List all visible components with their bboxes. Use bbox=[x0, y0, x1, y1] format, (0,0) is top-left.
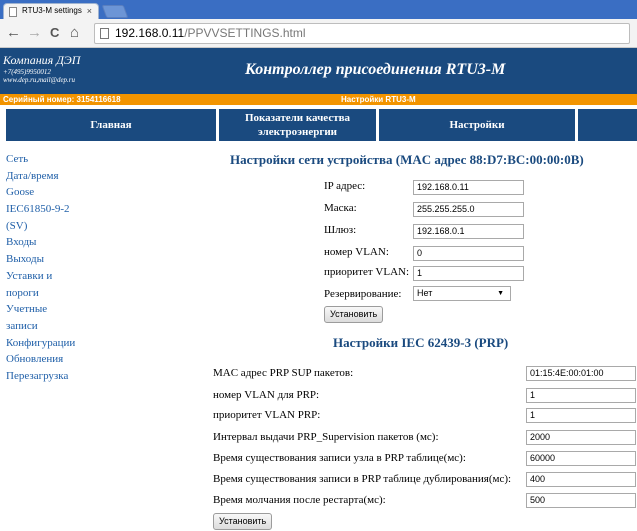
sidebar-item-reboot[interactable]: Перезагрузка bbox=[6, 369, 106, 384]
menu-power-quality[interactable]: Показатели качества электроэнергии bbox=[219, 109, 376, 141]
prp-submit-button[interactable]: Установить bbox=[213, 513, 273, 530]
sidebar-item-datetime[interactable]: Дата/время bbox=[6, 169, 106, 184]
sidebar-item-configurations[interactable]: Конфигурации bbox=[6, 336, 106, 351]
redundancy-label: Резервирование: bbox=[324, 288, 402, 300]
serial-number: Серийный номер: 3154116618 bbox=[3, 95, 121, 104]
prp-node-lifetime-label: Время существования записи узла в PRP та… bbox=[213, 452, 466, 464]
prp-silence-label: Время молчания после рестарта(мс): bbox=[213, 494, 386, 506]
mask-label: Маска: bbox=[324, 202, 357, 214]
gateway-label: Шлюз: bbox=[324, 224, 357, 236]
chevron-down-icon: ▼ bbox=[497, 290, 504, 297]
close-icon[interactable]: × bbox=[87, 4, 92, 18]
vlan-priority-input[interactable]: 1 bbox=[413, 266, 524, 281]
mask-input[interactable]: 255.255.255.0 bbox=[413, 202, 524, 217]
sidebar: Сеть Дата/время Goose IEC61850-9-2 (SV) … bbox=[6, 152, 106, 386]
ip-label: IP адрес: bbox=[324, 180, 366, 192]
sidebar-item-iec61850-sv[interactable]: (SV) bbox=[6, 219, 106, 234]
menu-more[interactable] bbox=[578, 109, 637, 141]
browser-tab[interactable]: RTU3-M settings × bbox=[3, 3, 99, 19]
back-arrow-icon[interactable]: ← bbox=[6, 24, 21, 42]
redundancy-value: Нет bbox=[417, 288, 433, 298]
url-field[interactable]: 192.168.0.11/PPVVSETTINGS.html bbox=[94, 23, 630, 44]
settings-subtitle: Настройки RTU3-M bbox=[341, 95, 416, 104]
browser-tabbar: RTU3-M settings × bbox=[0, 0, 637, 19]
prp-interval-input[interactable]: 2000 bbox=[526, 430, 636, 445]
prp-section-title: Настройки IEC 62439-3 (PRP) bbox=[333, 335, 509, 350]
company-phone: +7(495)9950012 bbox=[3, 68, 51, 76]
prp-vlan-label: номер VLAN для PRP: bbox=[213, 389, 320, 401]
menu-power-quality-line1: Показатели качества bbox=[244, 112, 351, 124]
home-icon[interactable]: ⌂ bbox=[70, 24, 79, 42]
ip-input[interactable]: 192.168.0.11 bbox=[413, 180, 524, 195]
sidebar-item-goose[interactable]: Goose bbox=[6, 185, 106, 200]
reload-icon[interactable]: C bbox=[50, 24, 59, 42]
sidebar-item-network[interactable]: Сеть bbox=[6, 152, 106, 167]
company-name: Компания ДЭП bbox=[3, 53, 81, 67]
vlan-priority-label: приоритет VLAN: bbox=[324, 266, 410, 278]
sidebar-item-thresholds[interactable]: пороги bbox=[6, 286, 106, 301]
prp-interval-label: Интервал выдачи PRP_Supervision пакетов … bbox=[213, 431, 439, 443]
company-web: www.dep.ru,mail@dep.ru bbox=[3, 76, 76, 84]
main-menu: Главная Показатели качества электроэнерг… bbox=[0, 105, 637, 143]
address-toolbar: ← → C ⌂ 192.168.0.11/PPVVSETTINGS.html bbox=[0, 19, 637, 48]
url-host: 192.168.0.11 bbox=[115, 26, 185, 40]
prp-mac-label: MAC адрес PRP SUP пакетов: bbox=[213, 367, 354, 379]
prp-node-lifetime-input[interactable]: 60000 bbox=[526, 451, 636, 466]
vlan-label: номер VLAN: bbox=[324, 246, 389, 258]
info-bar: Серийный номер: 3154116618 Настройки RTU… bbox=[0, 94, 637, 105]
vlan-input[interactable]: 0 bbox=[413, 246, 524, 261]
sidebar-item-inputs[interactable]: Входы bbox=[6, 235, 106, 250]
url-path: /PPVVSETTINGS.html bbox=[184, 26, 306, 40]
page-title: Контроллер присоединения RTU3-M bbox=[245, 61, 506, 78]
prp-dup-lifetime-label: Время существования записи в PRP таблице… bbox=[213, 473, 512, 485]
sidebar-item-accounts-records[interactable]: записи bbox=[6, 319, 106, 334]
prp-vlan-input[interactable]: 1 bbox=[526, 388, 636, 403]
menu-main[interactable]: Главная bbox=[6, 109, 216, 141]
prp-vlan-priority-input[interactable]: 1 bbox=[526, 408, 636, 423]
redundancy-select[interactable]: Нет ▼ bbox=[413, 286, 511, 301]
prp-mac-input[interactable]: 01:15:4E:00:01:00 bbox=[526, 366, 636, 381]
prp-vlan-priority-label: приоритет VLAN PRP: bbox=[213, 409, 321, 421]
gateway-input[interactable]: 192.168.0.1 bbox=[413, 224, 524, 239]
sidebar-item-iec61850[interactable]: IEC61850-9-2 bbox=[6, 202, 106, 217]
prp-silence-input[interactable]: 500 bbox=[526, 493, 636, 508]
sidebar-item-setpoints[interactable]: Уставки и bbox=[6, 269, 106, 284]
sidebar-item-updates[interactable]: Обновления bbox=[6, 352, 106, 367]
network-section-title: Настройки сети устройства (MAC адрес 88:… bbox=[230, 152, 584, 167]
menu-settings[interactable]: Настройки bbox=[379, 109, 575, 141]
document-icon bbox=[100, 28, 109, 39]
prp-dup-lifetime-input[interactable]: 400 bbox=[526, 472, 636, 487]
forward-arrow-icon[interactable]: → bbox=[27, 24, 42, 42]
company-contacts: +7(495)9950012 www.dep.ru,mail@dep.ru bbox=[3, 68, 75, 84]
sidebar-item-accounts[interactable]: Учетные bbox=[6, 302, 106, 317]
menu-power-quality-line2: электроэнергии bbox=[258, 126, 337, 138]
new-tab-button[interactable] bbox=[101, 5, 129, 18]
page-icon bbox=[9, 7, 17, 17]
network-submit-button[interactable]: Установить bbox=[324, 306, 384, 323]
sidebar-item-outputs[interactable]: Выходы bbox=[6, 252, 106, 267]
site-header: Компания ДЭП +7(495)9950012 www.dep.ru,m… bbox=[0, 48, 637, 94]
tab-title: RTU3-M settings bbox=[22, 6, 82, 15]
